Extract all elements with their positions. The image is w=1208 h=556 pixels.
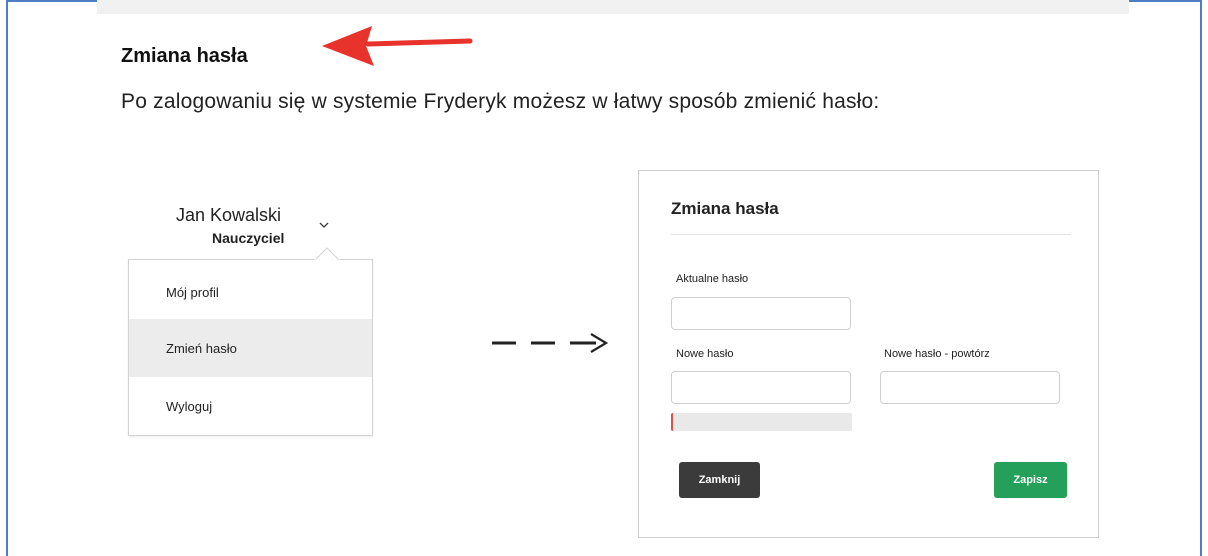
current-password-label: Aktualne hasło — [676, 273, 749, 285]
top-strip — [97, 0, 1129, 14]
modal-title: Zmiana hasła — [671, 199, 779, 218]
repeat-password-label: Nowe hasło - powtórz — [884, 348, 990, 360]
menu-item-profile[interactable]: Mój profil — [129, 263, 372, 321]
menu-item-label: Zmień hasło — [166, 340, 237, 356]
password-strength-fill — [671, 413, 673, 431]
menu-item-label: Mój profil — [166, 284, 219, 300]
modal-divider — [671, 234, 1071, 235]
close-button[interactable]: Zamknij — [679, 462, 760, 498]
intro-text: Po zalogowaniu się w systemie Fryderyk m… — [121, 90, 880, 113]
menu-item-label: Wyloguj — [166, 398, 213, 414]
menu-item-change-password[interactable]: Zmień hasło — [129, 319, 372, 377]
menu-item-logout[interactable]: Wyloguj — [129, 377, 372, 435]
save-button[interactable]: Zapisz — [994, 462, 1067, 498]
password-strength-bar — [671, 413, 852, 431]
user-dropdown-menu: Mój profil Zmień hasło Wyloguj — [128, 259, 373, 436]
new-password-field[interactable] — [671, 371, 851, 404]
user-role: Nauczyciel — [212, 230, 285, 246]
red-arrow-left-icon — [322, 26, 473, 66]
dashed-arrow-right-icon — [492, 333, 609, 353]
menu-caret — [314, 247, 340, 261]
chevron-down-icon[interactable] — [318, 220, 330, 230]
change-password-modal: Zmiana hasła Aktualne hasło Nowe hasło N… — [638, 170, 1099, 538]
current-password-field[interactable] — [671, 297, 851, 330]
user-name[interactable]: Jan Kowalski — [176, 205, 281, 226]
page-title: Zmiana hasła — [121, 45, 248, 67]
new-password-label: Nowe hasło — [676, 348, 734, 360]
repeat-password-field[interactable] — [880, 371, 1060, 404]
